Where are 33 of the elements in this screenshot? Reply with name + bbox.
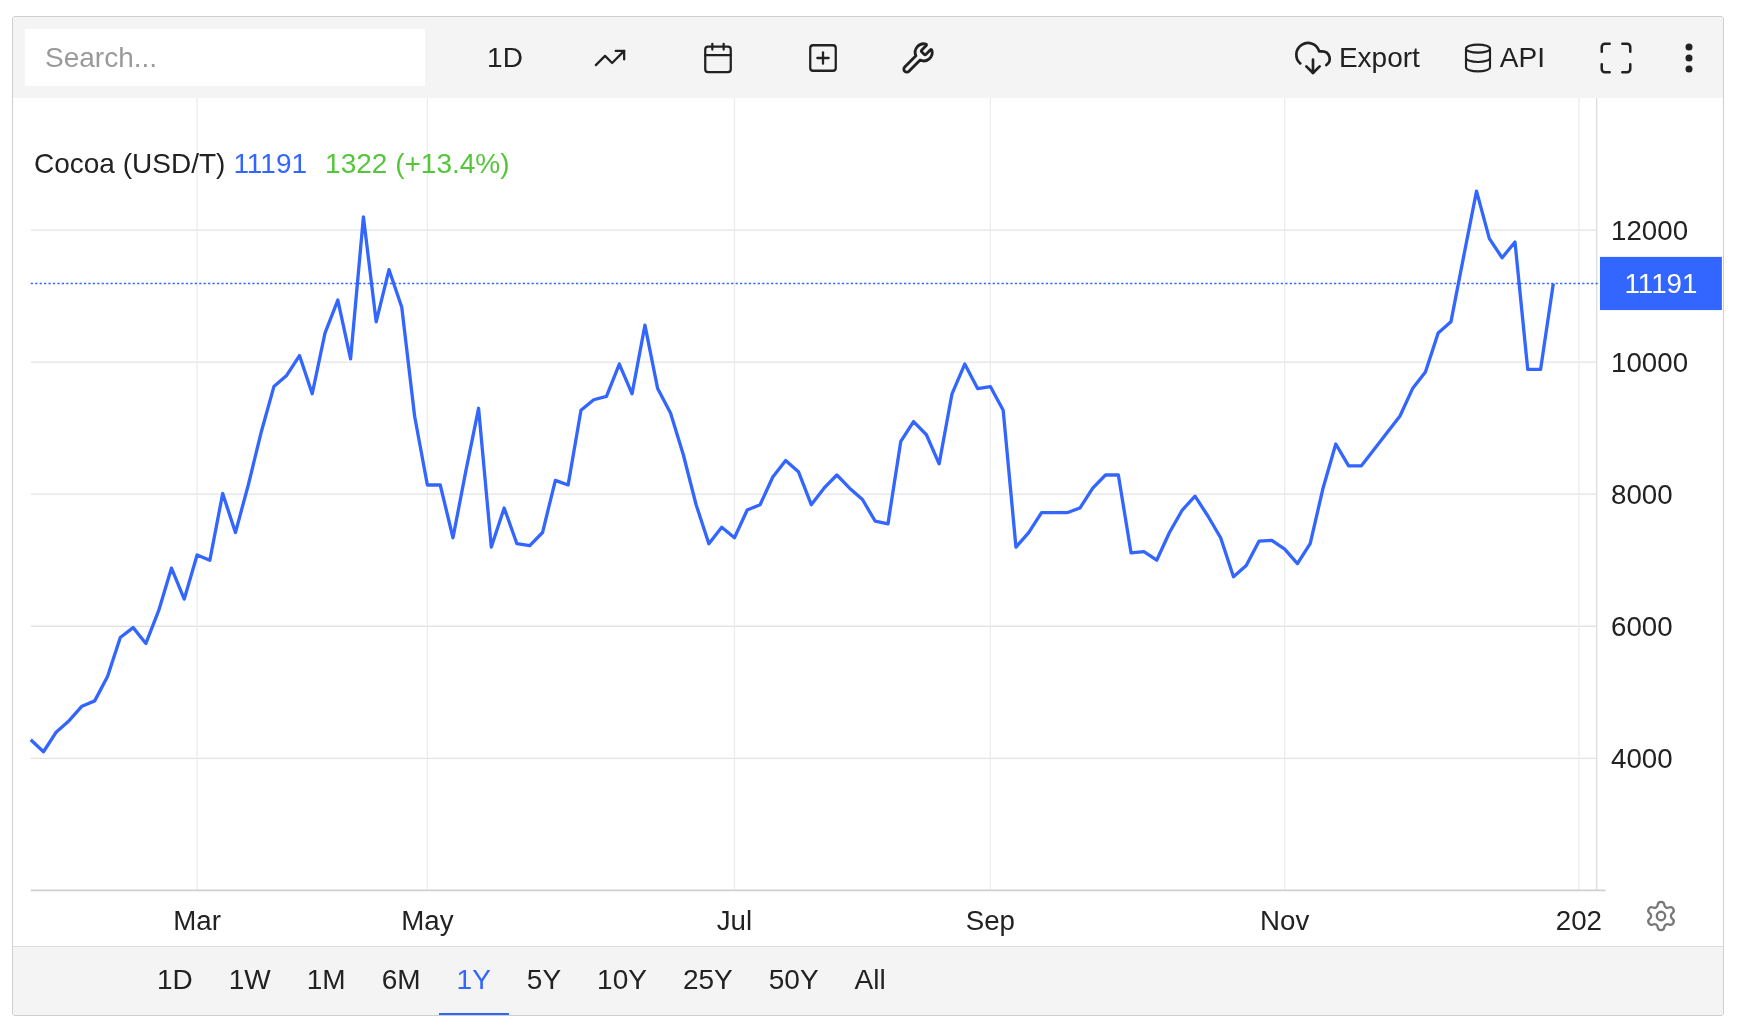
api-button[interactable]: API bbox=[1461, 36, 1545, 79]
range-tab[interactable]: 25Y bbox=[664, 946, 751, 1015]
price-tag-value: 11191 bbox=[1624, 268, 1698, 300]
y-axis-label: 10000 bbox=[1611, 347, 1689, 379]
interval-button[interactable]: 1D bbox=[455, 32, 555, 83]
price-change: 1322 (+13.4%) bbox=[325, 147, 510, 181]
y-axis-label: 6000 bbox=[1611, 611, 1673, 643]
range-tab[interactable]: 1Y bbox=[438, 946, 509, 1015]
range-tab[interactable]: All bbox=[836, 946, 904, 1015]
settings-icon bbox=[1644, 899, 1678, 933]
y-axis-label: 8000 bbox=[1611, 479, 1673, 511]
x-axis-label: Sep bbox=[965, 905, 1015, 937]
range-tab[interactable]: 1M bbox=[288, 946, 364, 1015]
x-axis-label: Jul bbox=[716, 905, 753, 937]
more-icon bbox=[1685, 42, 1693, 73]
x-axis-label: Nov bbox=[1260, 905, 1310, 937]
range-tab[interactable]: 10Y bbox=[579, 946, 665, 1015]
range-tab[interactable]: 5Y bbox=[508, 946, 580, 1015]
x-axis-label: May bbox=[401, 905, 454, 937]
instrument-name: Cocoa (USD/T) bbox=[34, 147, 226, 181]
current-price: 11191 bbox=[233, 147, 308, 181]
range-tab[interactable]: 50Y bbox=[750, 946, 837, 1015]
range-tab[interactable]: 1W bbox=[210, 946, 289, 1015]
x-axis-label: 202 bbox=[1555, 905, 1602, 937]
wrench-icon bbox=[900, 40, 935, 75]
search-field[interactable]: Search... bbox=[25, 29, 425, 86]
settings-button[interactable] bbox=[1644, 899, 1678, 933]
export-button[interactable]: Export bbox=[1292, 36, 1420, 79]
y-axis-label: 4000 bbox=[1611, 743, 1673, 775]
y-axis-label: 12000 bbox=[1611, 215, 1689, 247]
x-axis-label: Mar bbox=[173, 905, 221, 937]
range-tab[interactable]: 6M bbox=[363, 946, 439, 1015]
range-tab[interactable]: 1D bbox=[139, 946, 211, 1015]
